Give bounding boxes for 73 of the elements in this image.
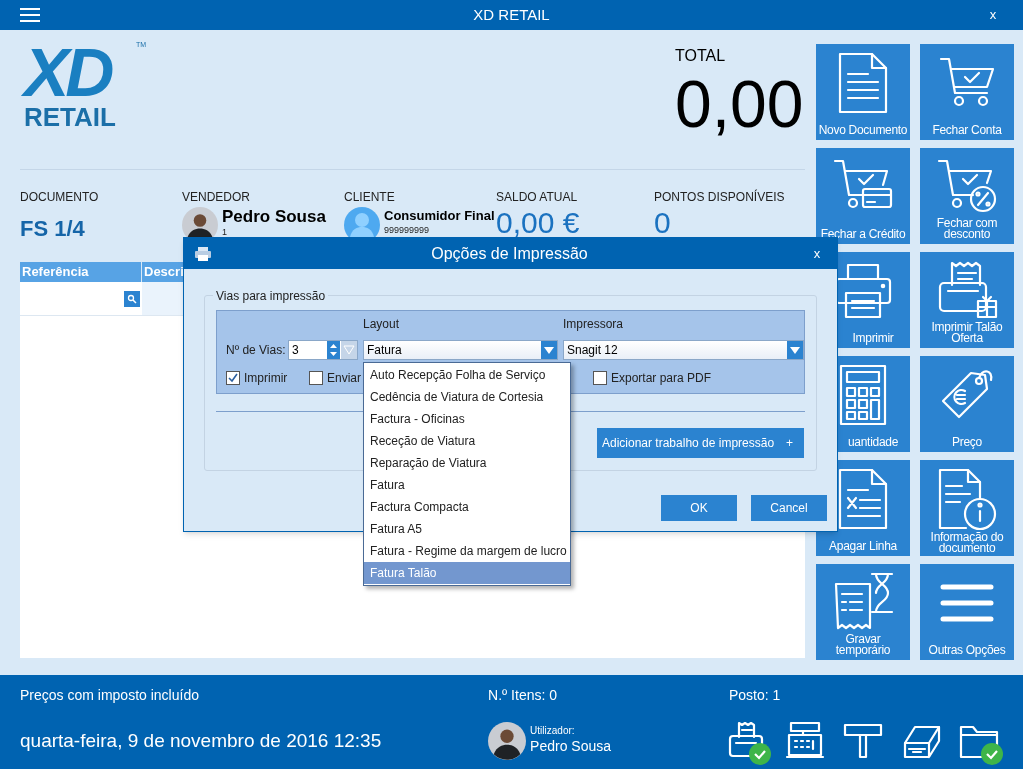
date-time: quarta-feira, 9 de novembro de 2016 12:35 — [20, 728, 382, 753]
printer-label: Impressora — [563, 316, 624, 333]
list-item[interactable]: Factura - Oficinas — [364, 408, 570, 430]
list-item[interactable]: Receção de Viatura — [364, 430, 570, 452]
info-name: Pedro Sousa — [222, 207, 326, 227]
printer-dropdown[interactable]: Snagit 12 — [563, 340, 804, 360]
checkbox-label: Exportar para PDF — [611, 370, 712, 387]
search-icon[interactable] — [124, 290, 140, 307]
checkbox[interactable] — [593, 371, 607, 385]
receipt-printer-icon[interactable] — [727, 721, 771, 765]
info-label: DOCUMENTO — [20, 189, 99, 206]
action-tile[interactable]: Preço — [920, 356, 1014, 452]
checkbox-label: Imprimir — [244, 370, 288, 387]
info-label: VENDEDOR — [182, 189, 250, 206]
list-item[interactable]: Cedência de Viatura de Cortesia — [364, 386, 570, 408]
action-tile[interactable]: Informação do documento — [920, 460, 1014, 556]
add-print-job-button[interactable]: Adicionar trabalho de impressão + — [597, 428, 804, 458]
list-item[interactable]: Fatura Talão — [364, 562, 570, 584]
info-value: 0 — [654, 208, 671, 238]
layout-dropdown[interactable]: Fatura — [363, 340, 558, 360]
column-header: Descri — [143, 263, 185, 281]
info-value: FS 1/4 — [20, 215, 85, 243]
document-info-icon — [936, 468, 998, 532]
printer-icon — [194, 245, 212, 262]
checkbox-label: Enviar — [327, 370, 361, 387]
logo-text: RETAIL — [24, 102, 116, 132]
column-header: Referência — [20, 262, 142, 282]
window-title: XD RETAIL — [473, 4, 550, 25]
info-detail: 1 — [222, 227, 227, 237]
avatar — [488, 722, 527, 760]
info-label: SALDO ATUAL — [496, 189, 578, 206]
document-x-icon — [836, 468, 890, 530]
close-button[interactable]: x — [983, 5, 1003, 25]
copies-spinner[interactable]: 3 — [288, 340, 358, 360]
list-item[interactable]: Reparação de Viatura — [364, 452, 570, 474]
check-icon — [981, 743, 1003, 765]
user-name: Pedro Sousa — [530, 737, 612, 756]
layout-label: Layout — [363, 316, 401, 333]
action-tile[interactable]: Outras Opções — [920, 564, 1014, 660]
info-label: PONTOS DISPONÍVEIS — [654, 188, 785, 206]
total-value: 0,00 — [675, 68, 804, 140]
total-label: TOTAL — [675, 46, 726, 66]
list-item[interactable]: Fatura - Regime da margem de lucro — [364, 540, 570, 562]
info-label: CLIENTE — [344, 189, 395, 206]
info-detail: 999999999 — [384, 225, 430, 235]
action-tile[interactable]: Novo Documento — [816, 44, 910, 140]
document-icon — [836, 52, 890, 114]
action-tile[interactable]: Gravar temporário — [816, 564, 910, 660]
action-tile[interactable]: Fechar com desconto — [920, 148, 1014, 244]
menu-icon[interactable] — [20, 7, 40, 23]
info-value: 0,00 € — [496, 208, 580, 238]
checkbox[interactable] — [226, 371, 240, 385]
post-number: Posto: 1 — [729, 686, 781, 705]
calculator-icon — [839, 364, 887, 426]
tax-note: Preços com imposto incluído — [20, 686, 199, 705]
menu-icon — [939, 583, 995, 623]
dialog-button[interactable]: Cancel — [751, 495, 827, 521]
checkbox[interactable] — [309, 371, 323, 385]
user-label: Utilizador: — [530, 725, 575, 736]
list-item[interactable]: Fatura A5 — [364, 518, 570, 540]
list-item[interactable]: Factura Compacta — [364, 496, 570, 518]
dialog-title: Opções de Impressão — [430, 243, 589, 264]
copies-label: Nº de Vias: — [226, 342, 287, 359]
info-name: Consumidor Final — [384, 207, 495, 225]
action-tile[interactable]: Imprimir Talão Oferta — [920, 252, 1014, 348]
spinner-arrows-icon[interactable] — [327, 341, 357, 359]
action-tile[interactable]: Fechar Conta — [920, 44, 1014, 140]
list-item[interactable]: Fatura — [364, 474, 570, 496]
check-icon — [749, 743, 771, 765]
dialog-button[interactable]: OK — [661, 495, 737, 521]
receipt-gift-icon — [936, 261, 998, 321]
list-item[interactable]: Auto Recepção Folha de Serviço — [364, 364, 570, 386]
items-count: N.º Itens: 0 — [488, 686, 557, 705]
